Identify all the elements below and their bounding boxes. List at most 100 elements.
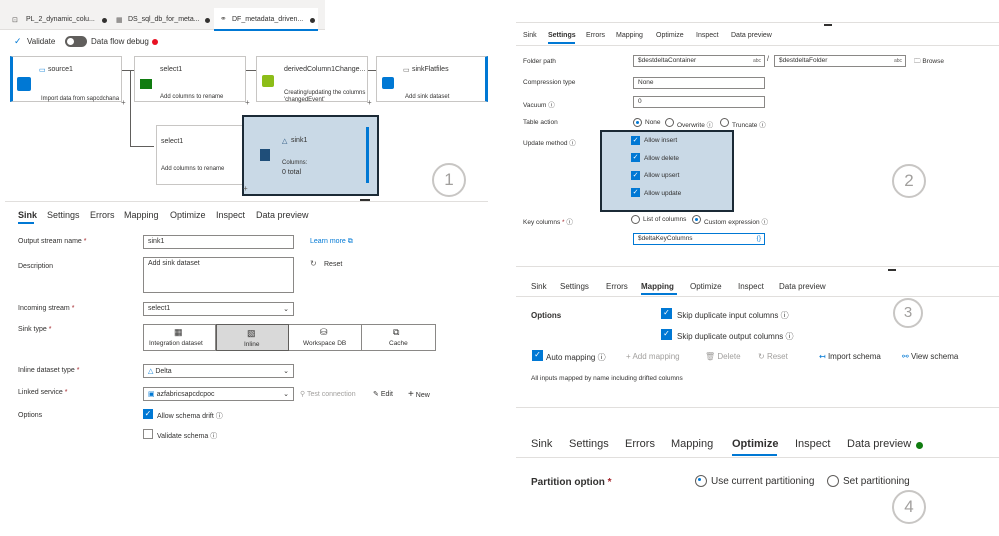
tab-sink[interactable]: Sink [531, 282, 547, 291]
add-transform-icon[interactable]: + [243, 184, 248, 193]
folder-container-input[interactable]: $destdeltaContainer abc [633, 55, 765, 67]
key-expression-input[interactable]: $deltaKeyColumns{} [633, 233, 765, 245]
skip-input-checkbox[interactable]: ✓ [661, 308, 672, 319]
add-mapping-button[interactable]: + Add mapping [626, 352, 680, 361]
edit-button[interactable]: ✎ Edit [373, 390, 393, 398]
learn-more-link[interactable]: Learn more ⧉ [310, 238, 353, 246]
tab-errors[interactable]: Errors [586, 32, 605, 39]
tab-data-preview[interactable]: Data preview [256, 210, 309, 220]
node-title: sinkFlatfiles [412, 66, 449, 73]
tab-sink[interactable]: Sink [18, 210, 37, 220]
import-schema-button[interactable]: ↤ Import schema [819, 352, 881, 361]
tab-settings[interactable]: Settings [548, 32, 576, 39]
validate-button[interactable]: ✓ Validate [14, 36, 64, 48]
allow-insert-checkbox[interactable]: ✓ [631, 136, 640, 145]
description-textarea[interactable]: Add sink dataset [143, 257, 294, 293]
auto-mapping-checkbox[interactable]: ✓ [532, 350, 543, 361]
add-transform-icon[interactable]: + [367, 98, 372, 107]
allow-delete-checkbox[interactable]: ✓ [631, 153, 640, 162]
node-select1[interactable]: select1 Add columns to rename [134, 56, 246, 102]
set-partitioning-radio[interactable] [827, 475, 839, 487]
connector [246, 70, 256, 71]
debug-toggle[interactable] [65, 36, 87, 47]
node-source1[interactable]: ▭ source1 Import data from sapcdchana [10, 56, 122, 102]
tab-mapping[interactable]: Mapping [641, 282, 674, 291]
doc-tab-dataset[interactable]: ▦ DS_sql_db_for_meta... [112, 10, 214, 30]
tab-sink[interactable]: Sink [531, 438, 552, 450]
tab-errors[interactable]: Errors [606, 282, 628, 291]
tab-settings[interactable]: Settings [569, 438, 609, 450]
tab-data-preview[interactable]: Data preview [847, 438, 911, 450]
node-derived-column[interactable]: derivedColumn1Change... Creating/updatin… [256, 56, 368, 103]
folder-path-label: Folder path [523, 58, 556, 65]
info-icon: ⓘ [597, 353, 606, 362]
radio-label: Truncate ⓘ [732, 122, 766, 129]
table-action-overwrite-radio[interactable] [665, 118, 674, 127]
doc-tab-pipeline[interactable]: ⊡ PL_2_dynamic_colu... [6, 10, 110, 30]
tab-optimize[interactable]: Optimize [732, 438, 778, 450]
key-custom-expression-radio[interactable] [692, 215, 701, 224]
tab-errors[interactable]: Errors [90, 210, 115, 220]
linked-service-select[interactable]: ▣ azfabricsapcdcpoc ⌄ [143, 387, 294, 401]
radio-label: Set partitioning [843, 476, 910, 487]
sink-type-label: Inline [244, 341, 260, 348]
info-icon: ⓘ [780, 311, 789, 320]
tab-errors[interactable]: Errors [625, 438, 655, 450]
sink-type-inline[interactable]: ▧ Inline [216, 324, 289, 351]
tab-optimize[interactable]: Optimize [656, 32, 684, 39]
tab-mapping[interactable]: Mapping [671, 438, 713, 450]
browse-button[interactable]: 🗀 Browse [914, 57, 944, 68]
tab-inspect[interactable]: Inspect [795, 438, 830, 450]
doc-tab-dataflow[interactable]: ⚭ DF_metadata_driven... [214, 8, 318, 31]
view-schema-button[interactable]: ⚯ View schema [902, 352, 958, 361]
tab-optimize[interactable]: Optimize [170, 210, 206, 220]
resize-handle[interactable] [888, 269, 896, 271]
key-list-radio[interactable] [631, 215, 640, 224]
tab-inspect[interactable]: Inspect [738, 282, 764, 291]
unsaved-dot-icon [102, 18, 107, 23]
allow-upsert-checkbox[interactable]: ✓ [631, 171, 640, 180]
inline-type-select[interactable]: △ Delta ⌄ [143, 364, 294, 378]
tab-mapping[interactable]: Mapping [616, 32, 643, 39]
validate-schema-checkbox[interactable] [143, 429, 153, 439]
table-action-none-radio[interactable] [633, 118, 642, 127]
tab-settings[interactable]: Settings [47, 210, 80, 220]
use-current-partitioning-radio[interactable] [695, 475, 707, 487]
tab-sink[interactable]: Sink [523, 32, 537, 39]
node-select1-branch[interactable]: select1 Add columns to rename [156, 125, 246, 185]
allow-delete-label: Allow delete [644, 155, 680, 162]
sink-type-workspace-db[interactable]: ⛁ Workspace DB [289, 324, 362, 351]
tab-inspect[interactable]: Inspect [696, 32, 719, 39]
tab-data-preview[interactable]: Data preview [731, 32, 772, 39]
table-action-truncate-radio[interactable] [720, 118, 729, 127]
folder-folder-input[interactable]: $destdeltaFolder abc [774, 55, 906, 67]
sink-type-cache[interactable]: ⧉ Cache [362, 324, 436, 351]
callout-2: 2 [892, 164, 926, 198]
test-connection-button[interactable]: ⚲ Test connection [300, 390, 356, 398]
allow-schema-drift-checkbox[interactable]: ✓ [143, 409, 153, 419]
sink-type-integration[interactable]: ▦ Integration dataset [143, 324, 216, 351]
reset-icon[interactable]: ↻ [310, 259, 317, 268]
tab-optimize[interactable]: Optimize [690, 282, 722, 291]
node-sink1[interactable]: △ sink1 Columns: 0 total [242, 115, 379, 196]
new-button[interactable]: + New [408, 389, 430, 400]
add-transform-icon[interactable]: + [121, 98, 126, 107]
tab-data-preview[interactable]: Data preview [779, 282, 826, 291]
compression-select[interactable]: None [633, 77, 765, 89]
tab-settings[interactable]: Settings [560, 282, 589, 291]
incoming-stream-select[interactable]: select1 ⌄ [143, 302, 294, 316]
add-transform-icon[interactable]: + [245, 98, 250, 107]
delete-mapping-button[interactable]: 🗑 Delete [705, 352, 741, 361]
allow-upsert-label: Allow upsert [644, 172, 680, 179]
tab-inspect[interactable]: Inspect [216, 210, 245, 220]
reset-button[interactable]: Reset [324, 261, 342, 268]
tab-mapping[interactable]: Mapping [124, 210, 159, 220]
node-sink-flatfiles[interactable]: ▭ sinkFlatfiles Add sink dataset [376, 56, 488, 102]
vacuum-input[interactable]: 0 [633, 96, 765, 108]
resize-handle[interactable] [824, 24, 832, 26]
output-stream-input[interactable]: sink1 [143, 235, 294, 249]
skip-output-checkbox[interactable]: ✓ [661, 329, 672, 340]
allow-update-checkbox[interactable]: ✓ [631, 188, 640, 197]
connector [122, 70, 134, 71]
reset-mapping-button[interactable]: ↻ Reset [758, 352, 788, 361]
